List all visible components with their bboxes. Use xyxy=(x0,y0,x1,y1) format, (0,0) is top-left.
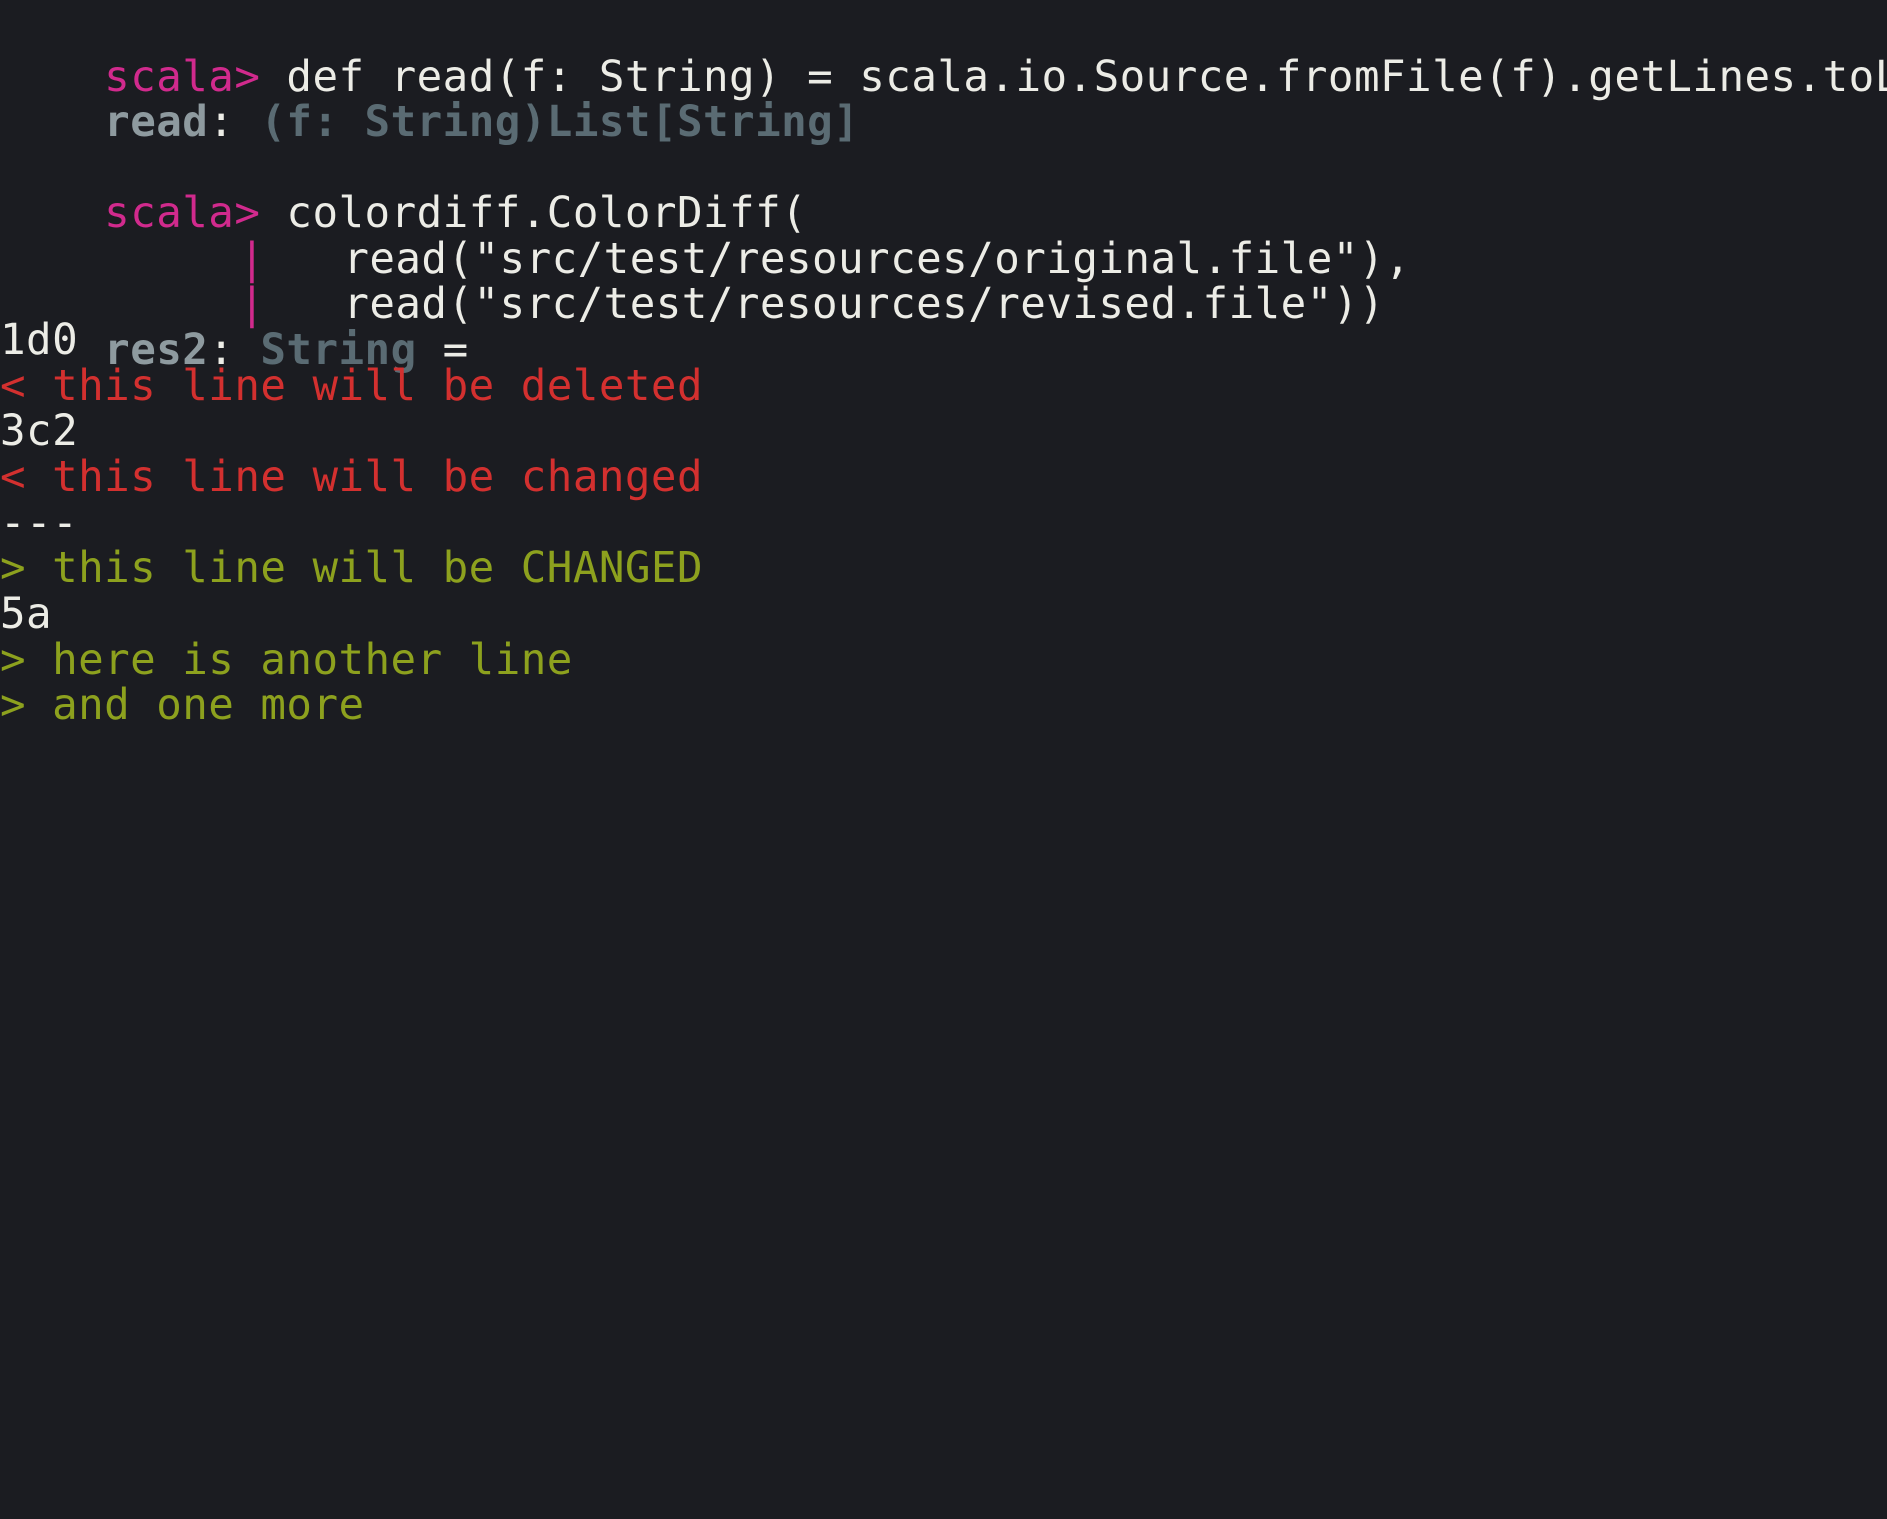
diff-added-line: > and one more xyxy=(0,681,365,730)
diff-deleted-line: < this line will be deleted xyxy=(0,362,704,411)
terminal-window[interactable]: scala> def read(f: String) = scala.io.So… xyxy=(0,0,1887,879)
repl-output-definition: read: (f: String)List[String] xyxy=(0,40,859,147)
diff-added-line: > this line will be CHANGED xyxy=(0,544,704,593)
diff-deleted-line: < this line will be changed xyxy=(0,453,704,502)
